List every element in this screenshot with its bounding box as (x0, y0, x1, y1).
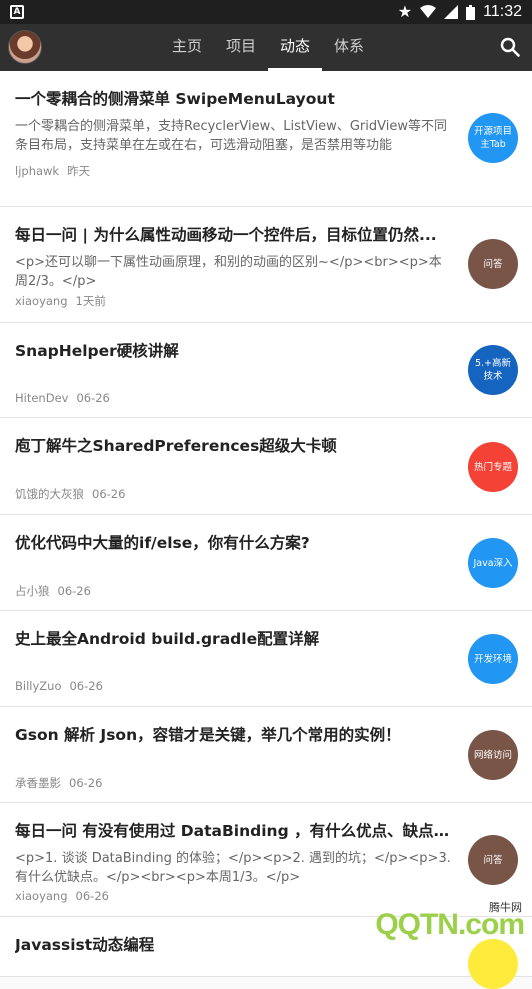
article-date: 06-26 (75, 889, 109, 903)
watermark-caption: 腾牛网 (489, 901, 522, 914)
article-author[interactable]: 承香墨影 (15, 776, 61, 790)
article-title: Gson 解析 Json，容错才是关键，举几个常用的实例！ (15, 726, 401, 744)
article-title: 优化代码中大量的if/else，你有什么方案? (15, 534, 310, 552)
app-notification-icon: A (10, 5, 24, 19)
article-list: 一个零耦合的侧滑菜单 SwipeMenuLayout 一个零耦合的侧滑菜单，支持… (0, 71, 532, 989)
status-bar: A ★ 11:32 (0, 0, 532, 24)
category-badge[interactable]: 5.+高新技术 (468, 345, 518, 395)
tab-system[interactable]: 体系 (322, 24, 376, 71)
wifi-icon (420, 5, 437, 18)
list-item[interactable]: Gson 解析 Json，容错才是关键，举几个常用的实例！ 承香墨影 06-26 … (0, 707, 532, 803)
article-author[interactable]: BillyZuo (15, 679, 61, 693)
article-author[interactable]: 饥饿的大灰狼 (15, 487, 84, 501)
battery-icon (466, 4, 476, 20)
search-icon[interactable] (500, 37, 520, 57)
category-badge[interactable]: 问答 (468, 239, 518, 289)
avatar[interactable] (8, 30, 42, 64)
category-badge[interactable]: 网络访问 (468, 730, 518, 780)
category-badge[interactable]: 开发环境 (468, 634, 518, 684)
article-title: 一个零耦合的侧滑菜单 SwipeMenuLayout (15, 90, 335, 108)
tab-projects[interactable]: 项目 (214, 24, 268, 71)
category-badge[interactable]: 热门专题 (468, 442, 518, 492)
list-item[interactable]: 一个零耦合的侧滑菜单 SwipeMenuLayout 一个零耦合的侧滑菜单，支持… (0, 71, 532, 207)
article-date: 06-26 (69, 679, 103, 693)
category-badge[interactable]: 问答 (468, 835, 518, 885)
category-badge[interactable]: 开源项目主Tab (468, 113, 518, 163)
article-date: 06-26 (57, 584, 91, 598)
list-item[interactable]: SnapHelper硬核讲解 HitenDev 06-26 5.+高新技术 (0, 323, 532, 418)
article-title: 史上最全Android build.gradle配置详解 (15, 630, 320, 648)
article-date: 1天前 (75, 294, 106, 308)
article-author[interactable]: HitenDev (15, 391, 68, 405)
tab-home[interactable]: 主页 (160, 24, 214, 71)
list-item[interactable]: 每日一问 | 为什么属性动画移动一个控件后，目标位置仍然... <p>还可以聊一… (0, 207, 532, 323)
top-app-bar: 主页 项目 动态 体系 (0, 24, 532, 71)
article-description: <p>还可以聊一下属性动画原理，和别的动画的区别~</p><br><p>本周2/… (15, 255, 442, 289)
article-author[interactable]: xiaoyang (15, 889, 68, 903)
list-item[interactable]: 史上最全Android build.gradle配置详解 BillyZuo 06-… (0, 611, 532, 707)
tab-bar: 主页 项目 动态 体系 (160, 24, 376, 71)
status-time: 11:32 (483, 3, 522, 20)
article-title: SnapHelper硬核讲解 (15, 342, 179, 360)
article-date: 06-26 (69, 776, 103, 790)
article-date: 06-26 (76, 391, 110, 405)
star-icon: ★ (397, 4, 413, 21)
article-title: 每日一问 | 为什么属性动画移动一个控件后，目标位置仍然... (15, 226, 437, 244)
article-author[interactable]: ljphawk (15, 164, 59, 178)
category-badge[interactable]: Java深入 (468, 538, 518, 588)
list-item[interactable]: 优化代码中大量的if/else，你有什么方案? 占小狼 06-26 Java深入 (0, 515, 532, 611)
article-description: 一个零耦合的侧滑菜单，支持RecyclerView、ListView、GridV… (15, 119, 447, 153)
article-author[interactable]: 占小狼 (15, 584, 50, 598)
article-author[interactable]: xiaoyang (15, 294, 68, 308)
article-date: 昨天 (67, 164, 91, 178)
list-item[interactable]: 庖丁解牛之SharedPreferences超级大卡顿 饥饿的大灰狼 06-26 … (0, 418, 532, 515)
tab-feed[interactable]: 动态 (268, 24, 323, 71)
signal-icon (444, 5, 459, 19)
article-title: 庖丁解牛之SharedPreferences超级大卡顿 (15, 437, 337, 455)
article-description: <p>1. 谈谈 DataBinding 的体验；</p><p>2. 遇到的坑；… (15, 851, 451, 885)
watermark-logo: 腾牛网 QQTN.com (330, 895, 532, 946)
article-date: 06-26 (92, 487, 126, 501)
category-badge[interactable] (468, 939, 518, 989)
article-title: 每日一问 有没有使用过 DataBinding ，有什么优点、缺点，... (15, 822, 452, 840)
